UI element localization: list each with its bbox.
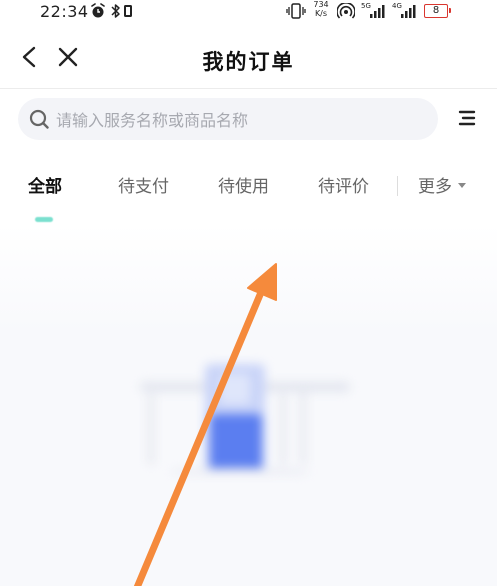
- search-placeholder: 请输入服务名称或商品名称: [56, 111, 249, 130]
- tab-divider: [397, 176, 398, 196]
- net-speed-unit: K/s: [314, 9, 328, 18]
- battery-level: 8: [432, 5, 440, 16]
- status-time: 22:34: [40, 2, 89, 21]
- header-bar: 我的订单: [0, 30, 497, 88]
- tab-pending-review[interactable]: 待评价: [318, 172, 369, 197]
- vibrate-icon: [286, 3, 306, 23]
- order-tabs: 全部 待支付 待使用 待评价 更多: [0, 164, 497, 206]
- signal-2-icon: [401, 3, 419, 23]
- battery-icon: 8: [424, 4, 451, 18]
- order-list-area: [0, 224, 497, 586]
- bluetooth-icon: [110, 3, 122, 23]
- tab-pending-payment[interactable]: 待支付: [118, 172, 169, 197]
- header-divider: [0, 88, 497, 89]
- empty-state-illustration: [130, 354, 360, 476]
- list-menu-button[interactable]: [456, 107, 478, 129]
- battery-saver-icon: [123, 3, 133, 23]
- tab-more-label: 更多: [418, 177, 452, 197]
- page-title: 我的订单: [202, 49, 295, 74]
- net-speed-value: 734: [313, 0, 329, 9]
- status-bar: 22:34 734 K/s 5G 4G 8: [0, 0, 497, 26]
- active-tab-indicator: [35, 217, 53, 222]
- search-input[interactable]: 请输入服务名称或商品名称: [18, 98, 438, 140]
- tab-more[interactable]: 更多: [418, 172, 466, 197]
- tab-pending-use[interactable]: 待使用: [218, 172, 269, 197]
- list-menu-icon: [456, 110, 478, 133]
- net-speed: 734 K/s: [312, 0, 330, 18]
- alarm-icon: [90, 3, 106, 23]
- signal-1-icon: [370, 3, 388, 23]
- chevron-down-icon: [458, 183, 466, 188]
- tab-all[interactable]: 全部: [28, 172, 62, 197]
- hotspot-icon: [336, 2, 356, 23]
- search-icon: [28, 108, 50, 130]
